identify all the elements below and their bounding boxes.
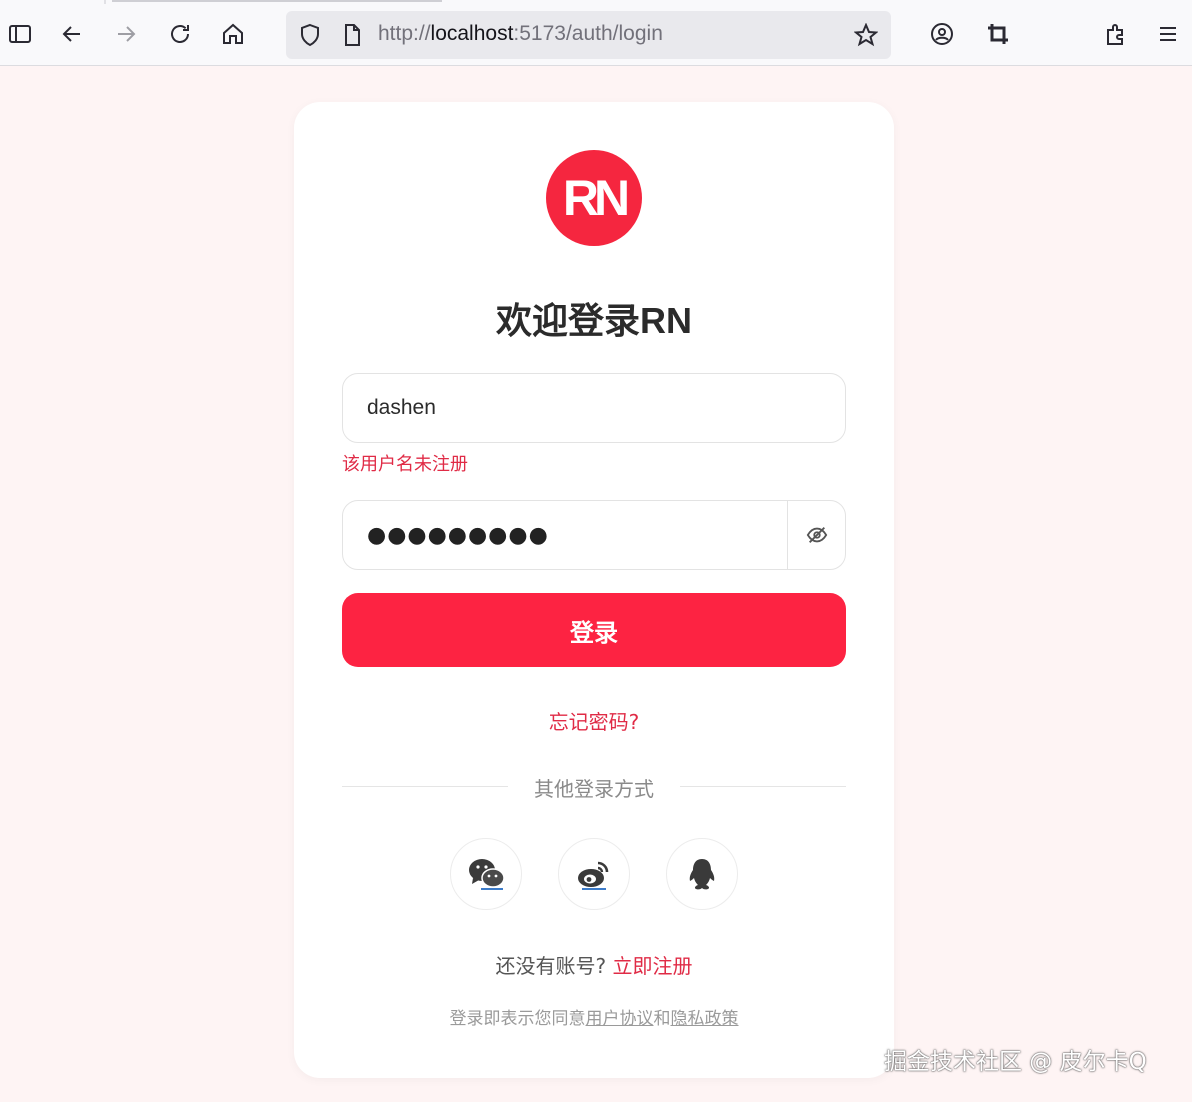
sidebar-toggle-button[interactable] xyxy=(0,14,40,54)
username-field[interactable]: dashen xyxy=(342,373,846,443)
reload-icon xyxy=(171,25,189,43)
account-icon xyxy=(931,23,953,45)
extensions-icon xyxy=(1107,24,1123,45)
url-bar[interactable]: http://localhost:5173/auth/login xyxy=(286,11,891,59)
weibo-login-button[interactable] xyxy=(558,838,630,910)
wechat-login-button[interactable] xyxy=(450,838,522,910)
extensions-button[interactable] xyxy=(1096,14,1136,54)
crop-icon xyxy=(988,24,1008,44)
watermark: 掘金技术社区 @ 皮尔卡Q xyxy=(884,1049,1147,1075)
browser-toolbar: http://localhost:5173/auth/login xyxy=(0,0,1192,66)
username-error: 该用户名未注册 xyxy=(342,454,468,475)
crop-button[interactable] xyxy=(978,14,1018,54)
app-menu-button[interactable] xyxy=(1148,14,1188,54)
login-card: RN 欢迎登录RN dashen 该用户名未注册 ●●●●●●●●● 登录 忘记… xyxy=(294,102,894,1078)
forward-icon xyxy=(118,26,136,42)
page-title: 欢迎登录RN xyxy=(496,300,692,341)
password-value: ●●●●●●●●● xyxy=(367,523,549,548)
home-button[interactable] xyxy=(213,14,253,54)
url-host: localhost xyxy=(430,22,514,45)
other-login-methods-label: 其他登录方式 xyxy=(534,777,654,801)
logo-text: RN xyxy=(562,170,630,226)
wechat-icon xyxy=(469,859,505,890)
qq-icon xyxy=(689,859,715,890)
toggle-password-visibility-button[interactable] xyxy=(787,501,845,569)
terms-and: 和 xyxy=(653,1009,671,1029)
divider-right xyxy=(680,786,846,787)
eye-slash-icon xyxy=(806,527,827,543)
privacy-policy-link[interactable]: 隐私政策 xyxy=(671,1009,739,1029)
home-icon xyxy=(223,23,243,44)
register-now-link[interactable]: 立即注册 xyxy=(612,954,692,978)
url-text[interactable]: http://localhost:5173/auth/login xyxy=(378,22,663,46)
login-button[interactable]: 登录 xyxy=(342,593,846,667)
register-prompt: 还没有账号? 立即注册 xyxy=(294,950,894,979)
terms-prefix: 登录即表示您同意 xyxy=(449,1009,586,1029)
sidebar-icon xyxy=(9,25,31,43)
forgot-password-link[interactable]: 忘记密码? xyxy=(294,706,894,735)
user-agreement-link[interactable]: 用户协议 xyxy=(586,1009,654,1029)
rn-logo: RN xyxy=(546,150,642,246)
account-button[interactable] xyxy=(922,14,962,54)
url-scheme: http:// xyxy=(378,22,431,45)
back-icon xyxy=(62,26,80,42)
url-path: :5173/auth/login xyxy=(513,22,663,45)
back-button[interactable] xyxy=(52,14,92,54)
password-field[interactable]: ●●●●●●●●● xyxy=(342,500,846,570)
weibo-icon xyxy=(578,861,609,890)
no-account-text: 还没有账号? xyxy=(495,954,607,978)
bookmark-star-icon[interactable] xyxy=(854,23,878,47)
menu-icon xyxy=(1160,27,1176,41)
shield-icon[interactable] xyxy=(298,23,322,47)
tab-strip-edge xyxy=(0,0,1192,4)
qq-login-button[interactable] xyxy=(666,838,738,910)
terms-notice: 登录即表示您同意用户协议和隐私政策 xyxy=(294,1004,894,1029)
reload-button[interactable] xyxy=(160,14,200,54)
page-icon[interactable] xyxy=(340,23,364,47)
forward-button[interactable] xyxy=(106,14,146,54)
username-value: dashen xyxy=(367,396,436,419)
